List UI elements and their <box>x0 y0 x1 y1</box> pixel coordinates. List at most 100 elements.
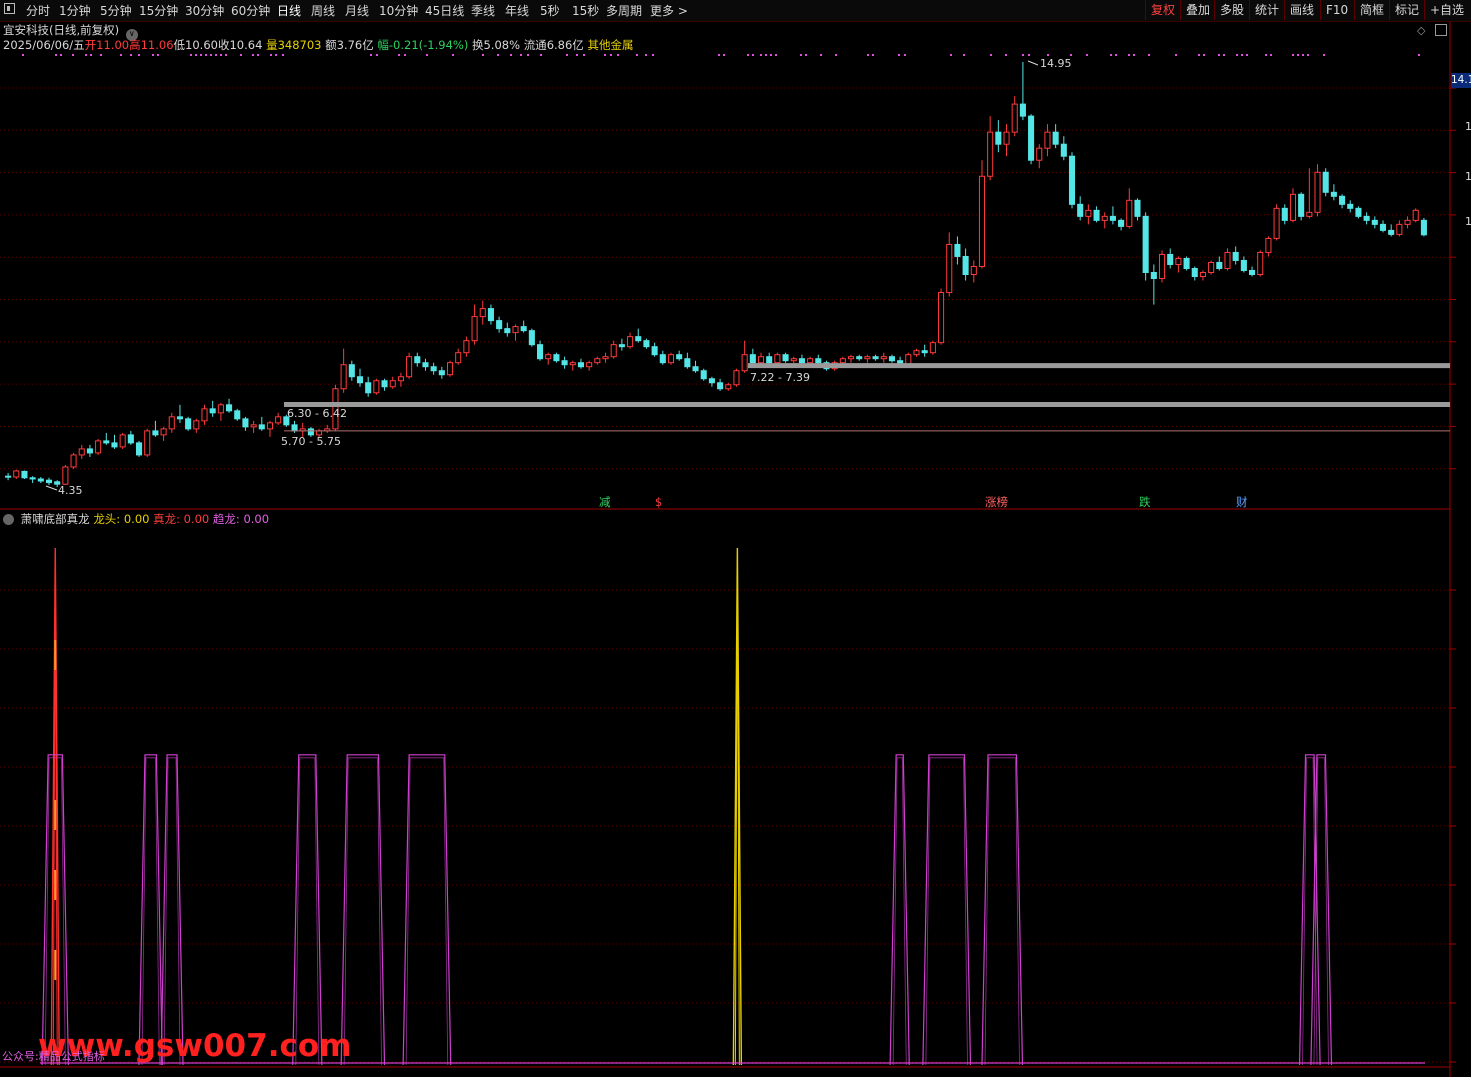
price-tick-label: 1 <box>1465 215 1471 228</box>
candle-body <box>749 354 756 364</box>
marker-dot <box>1236 54 1238 56</box>
candle-body <box>987 131 994 177</box>
candle-body <box>275 416 282 424</box>
candle-body <box>676 354 683 360</box>
candle-body <box>733 370 740 386</box>
candle-body <box>1011 103 1018 133</box>
candle-body <box>667 354 675 364</box>
indicator-chevron-icon[interactable] <box>3 514 14 525</box>
candle-body <box>946 243 953 294</box>
candle-body <box>111 442 118 448</box>
marker-dot <box>1022 54 1024 56</box>
candle-body <box>62 466 69 485</box>
candle-body <box>209 408 216 414</box>
candle-body <box>553 354 560 362</box>
candle-body <box>627 336 634 348</box>
candle-body <box>185 418 192 430</box>
candle-body <box>512 326 519 334</box>
l2-label: 真龙: <box>153 512 180 526</box>
candle-body <box>1036 147 1043 161</box>
marker-dot <box>1218 54 1220 56</box>
marker-dot <box>195 54 197 56</box>
candle-body <box>160 428 167 436</box>
l1-label: 龙头: <box>93 512 121 526</box>
candle-body <box>504 328 511 334</box>
marker-dot <box>497 54 499 56</box>
candle-body <box>1412 209 1419 221</box>
marker-dot <box>1265 54 1267 56</box>
price-tick-label: 1 <box>1465 120 1471 133</box>
candle-body <box>1281 207 1288 221</box>
candle-body <box>1298 193 1305 217</box>
marker-dot <box>215 54 217 56</box>
indicator-name[interactable]: 萧啸底部真龙 <box>21 512 90 526</box>
marker-dot <box>1241 54 1243 56</box>
candle-body <box>913 350 920 356</box>
candle-body <box>888 356 895 362</box>
candle-body <box>1330 191 1337 197</box>
marker-dot <box>820 54 822 56</box>
candle-body <box>1240 259 1247 271</box>
marker-dot <box>904 54 906 56</box>
price-tick-label: 1 <box>1465 170 1471 183</box>
marker-dot <box>1148 54 1150 56</box>
candle-body <box>242 418 249 428</box>
marker-dot <box>452 54 454 56</box>
candle-body <box>5 475 12 478</box>
indicator-trend-pulse <box>343 757 382 1066</box>
candle-body <box>414 356 421 364</box>
candle-body <box>1150 271 1157 280</box>
candle-body <box>266 422 274 430</box>
candle-body <box>381 380 388 388</box>
candle-body <box>487 308 494 322</box>
candle-body <box>766 356 773 364</box>
candle-body <box>21 470 28 479</box>
high-price-label: 14.95 <box>1040 57 1072 70</box>
candle-body <box>1232 251 1239 261</box>
marker-dot <box>252 54 254 56</box>
candle-body <box>226 404 233 412</box>
event-tag: 跌 <box>1139 495 1151 509</box>
candle-body <box>168 416 175 430</box>
candle-body <box>373 380 380 394</box>
candle-body <box>954 243 961 257</box>
marker-dot <box>835 54 837 56</box>
candle-body <box>880 356 887 360</box>
candle-body <box>1322 171 1329 193</box>
marker-dot <box>72 54 74 56</box>
candle-body <box>1273 207 1280 239</box>
low-pointer <box>45 485 58 491</box>
marker-dot <box>270 54 272 56</box>
marker-dot <box>1418 54 1420 56</box>
candle-body <box>1183 257 1190 269</box>
candle-body <box>757 356 765 364</box>
candle-body <box>144 430 151 456</box>
candle-body <box>37 478 44 482</box>
candle-body <box>234 410 241 420</box>
candle-body <box>1306 211 1313 217</box>
marker-dot <box>130 54 132 56</box>
candle-body <box>790 358 797 362</box>
candle-body <box>1249 269 1256 276</box>
marker-dot <box>22 54 24 56</box>
candle-body <box>1060 143 1067 157</box>
support-zone-bar <box>284 402 1450 408</box>
kline-chart[interactable]: 1 1 1 6.30 - 6.42 5.70 - 5.75 7.22 - 7.39 14.9… <box>0 0 1471 1077</box>
candle-body <box>1175 257 1182 265</box>
candle-body <box>1077 203 1084 217</box>
marker-dot <box>370 54 372 56</box>
candle-body <box>1265 237 1272 253</box>
marker-dot <box>1323 54 1325 56</box>
candle-body <box>78 448 85 456</box>
candle-body <box>962 255 969 276</box>
marker-dot <box>275 54 277 56</box>
candle-body <box>864 356 871 360</box>
candle-body <box>1085 209 1092 217</box>
candle-body <box>569 362 576 366</box>
marker-dot <box>1175 54 1177 56</box>
candle-body <box>438 370 445 376</box>
candle-body <box>471 316 478 342</box>
zone-label: 7.22 - 7.39 <box>750 371 810 384</box>
marker-dot <box>1115 54 1117 56</box>
candle-body <box>741 354 748 372</box>
